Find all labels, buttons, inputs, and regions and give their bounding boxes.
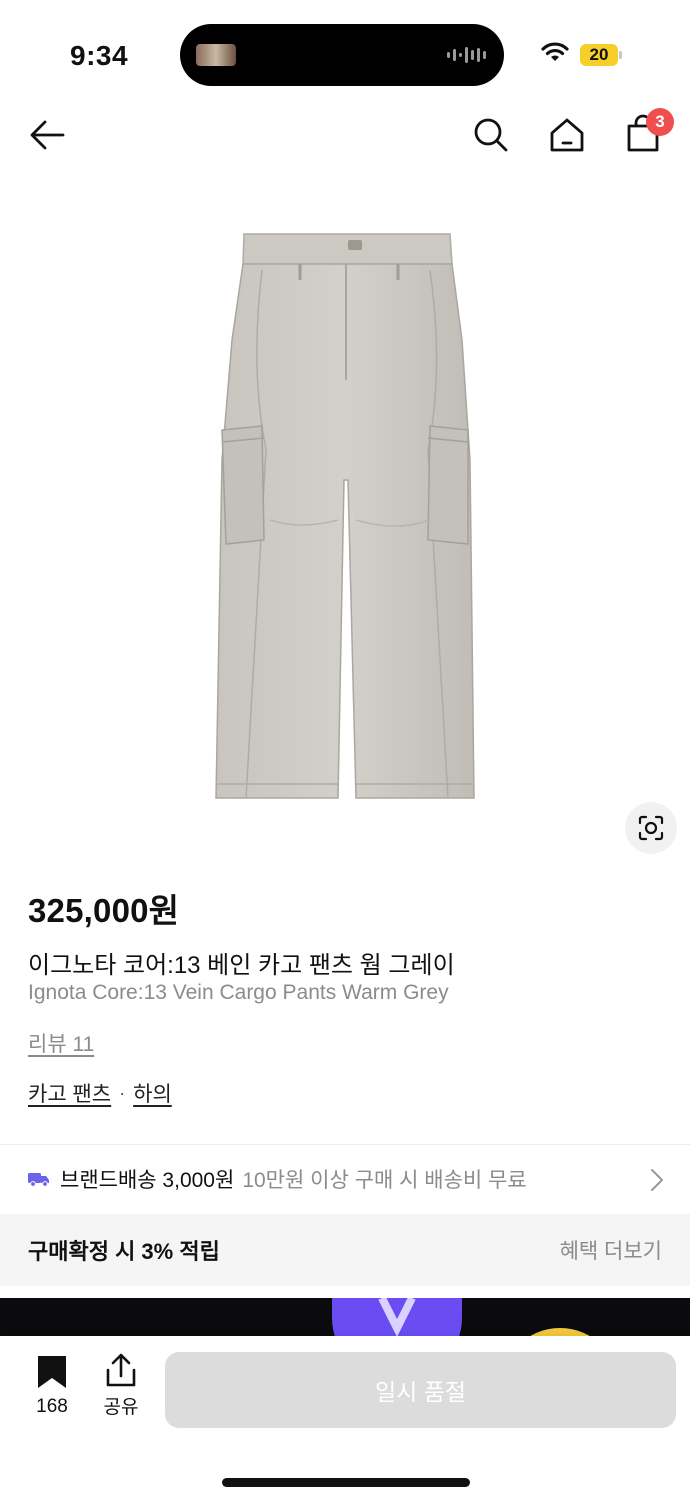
visual-search-button[interactable] xyxy=(625,802,677,854)
shipping-free-note: 10만원 이상 구매 시 배송비 무료 xyxy=(242,1169,527,1192)
benefit-more-link[interactable]: 혜택 더보기 xyxy=(560,1235,662,1265)
sold-out-button[interactable]: 일시 품절 xyxy=(165,1352,676,1428)
battery-level: 20 xyxy=(589,45,609,64)
back-arrow-icon xyxy=(30,120,65,150)
product-image[interactable] xyxy=(0,180,690,860)
dynamic-island xyxy=(180,24,504,86)
home-indicator[interactable] xyxy=(222,1478,470,1487)
now-playing-thumbnail xyxy=(196,44,236,66)
search-icon xyxy=(474,118,508,152)
category-breadcrumb: 카고 팬츠 · 하의 xyxy=(28,1078,172,1108)
camera-search-icon xyxy=(638,815,664,841)
home-icon xyxy=(550,118,584,152)
status-time: 9:34 xyxy=(70,40,129,71)
review-link[interactable]: 리뷰 11 xyxy=(28,1028,94,1058)
bookmark-icon xyxy=(38,1356,66,1388)
benefit-row: 구매확정 시 3% 적립 혜택 더보기 xyxy=(0,1214,690,1286)
wifi-icon xyxy=(540,40,570,69)
bookmark-button[interactable]: 168 xyxy=(24,1354,80,1420)
reward-points-label: 구매확정 시 3% 적립 xyxy=(28,1239,220,1264)
search-button[interactable] xyxy=(468,112,514,158)
product-name-korean: 이그노타 코어:13 베인 카고 팬츠 웜 그레이 xyxy=(28,952,455,979)
status-bar: 9:34 20 xyxy=(0,0,690,100)
top-navigation xyxy=(0,100,690,170)
section-divider xyxy=(0,1144,690,1145)
battery-icon: 20 xyxy=(580,44,622,66)
cart-count-badge: 3 xyxy=(646,108,674,136)
share-icon xyxy=(106,1353,136,1387)
shipping-info-row[interactable]: 브랜드배송 3,000원 10만원 이상 구매 시 배송비 무료 xyxy=(0,1146,690,1212)
back-button[interactable] xyxy=(22,112,72,158)
share-button[interactable]: 공유 xyxy=(94,1352,148,1420)
share-label: 공유 xyxy=(103,1397,139,1418)
bottom-action-bar: 168 공유 일시 품절 xyxy=(0,1336,690,1500)
category-separator: · xyxy=(119,1082,126,1103)
chevron-right-icon xyxy=(651,1169,663,1191)
product-name-english: Ignota Core:13 Vein Cargo Pants Warm Gre… xyxy=(28,981,449,1004)
truck-icon xyxy=(28,1173,49,1187)
category-link[interactable]: 카고 팬츠 xyxy=(28,1078,111,1108)
product-price: 325,000원 xyxy=(28,892,180,929)
bookmark-count: 168 xyxy=(36,1396,68,1417)
shipping-label: 브랜드배송 3,000원 xyxy=(60,1169,235,1192)
parent-category-link[interactable]: 하의 xyxy=(133,1078,172,1108)
cargo-pants-image xyxy=(215,233,475,799)
audio-wave-icon xyxy=(447,46,486,64)
home-button[interactable] xyxy=(544,112,590,158)
